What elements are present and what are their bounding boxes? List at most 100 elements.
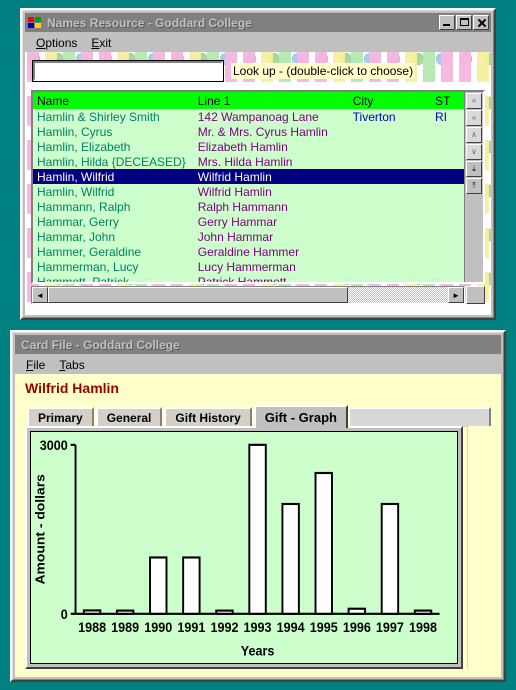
cell-name: Hammer, Geraldine — [37, 244, 142, 259]
table-row[interactable]: Hammar, John John Hammar — [33, 229, 464, 244]
table-row[interactable]: Hammerman, Lucy Lucy Hammerman — [33, 259, 464, 274]
names-list-main: Name Line 1 City ST Hamlin & Shirley Smi… — [33, 92, 464, 282]
cell-name: Hammerman, Lucy — [37, 259, 139, 274]
table-row[interactable]: Hammer, Geraldine Geraldine Hammer — [33, 244, 464, 259]
scroll-page-top-icon[interactable]: « — [466, 93, 482, 109]
cell-name: Hammar, John — [37, 229, 116, 244]
gift-graph-panel: 3000 0 Amount - dollars 1988 1989 1990 1991 199… — [25, 426, 463, 669]
table-row[interactable]: Hammar, Gerry Gerry Hammar — [33, 214, 464, 229]
table-row[interactable]: Hamlin, Cyrus Mr. & Mrs. Cyrus Hamlin — [33, 124, 464, 139]
names-window-controls — [439, 15, 489, 30]
card-window-inner: Card File - Goddard College File Tabs Wi… — [12, 332, 504, 680]
scroll-bottom-icon[interactable]: ⤒ — [466, 178, 482, 194]
bar — [281, 502, 300, 615]
tab-primary[interactable]: Primary — [27, 407, 94, 427]
cell-line1: Mr. & Mrs. Cyrus Hamlin — [197, 124, 328, 139]
horizontal-scroll-thumb[interactable] — [48, 287, 348, 303]
scroll-line-up-icon[interactable]: ∧ — [466, 127, 482, 143]
names-list-header: Name Line 1 City ST — [33, 92, 464, 109]
tab-gift-graph[interactable]: Gift - Graph — [253, 405, 348, 428]
names-window-inner: Names Resource - Goddard College Options… — [22, 10, 494, 318]
scroll-page-down-icon[interactable]: ⤓ — [466, 161, 482, 177]
table-row[interactable]: Hamlin, Wilfrid Wilfrid Hamlin — [33, 184, 464, 199]
tab-strip-filler — [349, 407, 491, 427]
gift-graph-plot: 3000 0 Amount - dollars 1988 1989 1990 1991 199… — [30, 431, 458, 664]
bar — [380, 502, 400, 615]
menu-item-tabs[interactable]: Tabs — [52, 357, 91, 373]
cell-st: RI — [434, 109, 447, 124]
horizontal-scroll-track[interactable] — [48, 287, 448, 303]
cell-name: Hamlin & Shirley Smith — [37, 109, 160, 124]
cell-line1: Wilfrid Hamlin — [197, 184, 272, 199]
bar — [115, 609, 135, 615]
names-list-vertical-scroll[interactable]: ««∧ ∨ ⤓ ⤒ — [464, 92, 483, 282]
xtick-label: 1997 — [376, 619, 404, 635]
y-axis-label: Amount - dollars — [33, 474, 47, 584]
cell-name: Hammett, Patrick — [37, 274, 130, 283]
bar — [347, 607, 367, 615]
card-window-body: Wilfrid Hamlin Primary General Gift Histor… — [15, 374, 501, 677]
ytick-label: 3000 — [40, 438, 68, 454]
table-row[interactable]: Hamlin, Hilda {DECEASED} Mrs. Hilda Hamli… — [33, 154, 464, 169]
cell-line1: Lucy Hammerman — [197, 259, 296, 274]
names-window-titlebar[interactable]: Names Resource - Goddard College — [25, 13, 491, 32]
gift-graph-svg: 3000 0 Amount - dollars 1988 1989 1990 1991 199… — [33, 438, 440, 659]
tab-gift-history[interactable]: Gift History — [164, 407, 252, 427]
cell-line1: Geraldine Hammer — [197, 244, 300, 259]
names-list-horizontal-scrollbar[interactable]: ◄ ► — [31, 286, 465, 304]
column-header-line1[interactable]: Line 1 — [198, 94, 353, 108]
scroll-left-arrow-icon[interactable]: ◄ — [32, 287, 48, 303]
cell-name: Hammar, Gerry — [37, 214, 120, 229]
names-list[interactable]: Name Line 1 City ST Hamlin & Shirley Smi… — [31, 90, 485, 284]
windows-logo-icon — [27, 16, 43, 30]
bar — [182, 556, 201, 615]
column-header-st[interactable]: ST — [435, 94, 464, 108]
bar — [248, 443, 267, 615]
cell-line1: Ralph Hammann — [197, 199, 288, 214]
card-window-titlebar[interactable]: Card File - Goddard College — [15, 335, 501, 354]
table-row[interactable]: Hamlin & Shirley Smith 142 Wampanoag Lane… — [33, 109, 464, 124]
xtick-label: 1998 — [409, 619, 437, 635]
tab-general[interactable]: General — [95, 407, 163, 427]
table-row[interactable]: Hammann, Ralph Ralph Hammann — [33, 199, 464, 214]
table-row[interactable]: Hammett, Patrick Patrick Hammett — [33, 274, 464, 283]
cell-name: Hamlin, Cyrus — [37, 124, 113, 139]
card-window-title: Card File - Goddard College — [21, 337, 180, 352]
names-list-rows: Hamlin & Shirley Smith 142 Wampanoag Lane… — [33, 109, 464, 282]
scroll-line-down-icon[interactable]: ∨ — [466, 144, 482, 160]
bar — [314, 471, 333, 615]
close-button[interactable] — [473, 15, 489, 30]
column-header-name[interactable]: Name — [33, 94, 198, 108]
menu-item-file[interactable]: File — [19, 357, 52, 373]
ytick-label: 0 — [61, 607, 68, 623]
xtick-label: 1995 — [310, 619, 338, 635]
cell-line1: Gerry Hammar — [197, 214, 278, 229]
lookup-input[interactable] — [32, 60, 224, 82]
menu-item-options[interactable]: Options — [29, 35, 84, 51]
cell-line1: Mrs. Hilda Hamlin — [197, 154, 293, 169]
bar — [149, 556, 168, 615]
xtick-label: 1989 — [111, 619, 139, 635]
xtick-label: 1990 — [144, 619, 172, 635]
cell-name: Hamlin, Elizabeth — [37, 139, 131, 154]
xtick-label: 1994 — [277, 619, 306, 635]
column-header-city[interactable]: City — [353, 94, 435, 108]
xtick-label: 1993 — [244, 619, 272, 635]
maximize-button[interactable] — [456, 15, 472, 30]
names-resource-window[interactable]: Names Resource - Goddard College Options… — [20, 8, 496, 320]
cell-line1: 142 Wampanoag Lane — [197, 109, 319, 124]
card-file-window[interactable]: Card File - Goddard College File Tabs Wi… — [10, 330, 506, 682]
cell-city: Tiverton — [352, 109, 396, 124]
x-axis-label: Years — [241, 643, 275, 659]
cell-name: Hamlin, Wilfrid — [37, 184, 115, 199]
scroll-right-arrow-icon[interactable]: ► — [448, 287, 464, 303]
scroll-page-up-icon[interactable]: « — [466, 110, 482, 126]
minimize-button[interactable] — [439, 15, 455, 30]
scrollbar-corner — [466, 286, 485, 304]
table-row[interactable]: Hamlin, Wilfrid Wilfrid Hamlin — [33, 169, 464, 184]
cell-line1: John Hammar — [197, 229, 274, 244]
menu-item-exit[interactable]: Exit — [84, 35, 118, 51]
table-row[interactable]: Hamlin, Elizabeth Elizabeth Hamlin — [33, 139, 464, 154]
cell-line1: Wilfrid Hamlin — [197, 169, 272, 184]
cell-line1: Elizabeth Hamlin — [197, 139, 288, 154]
